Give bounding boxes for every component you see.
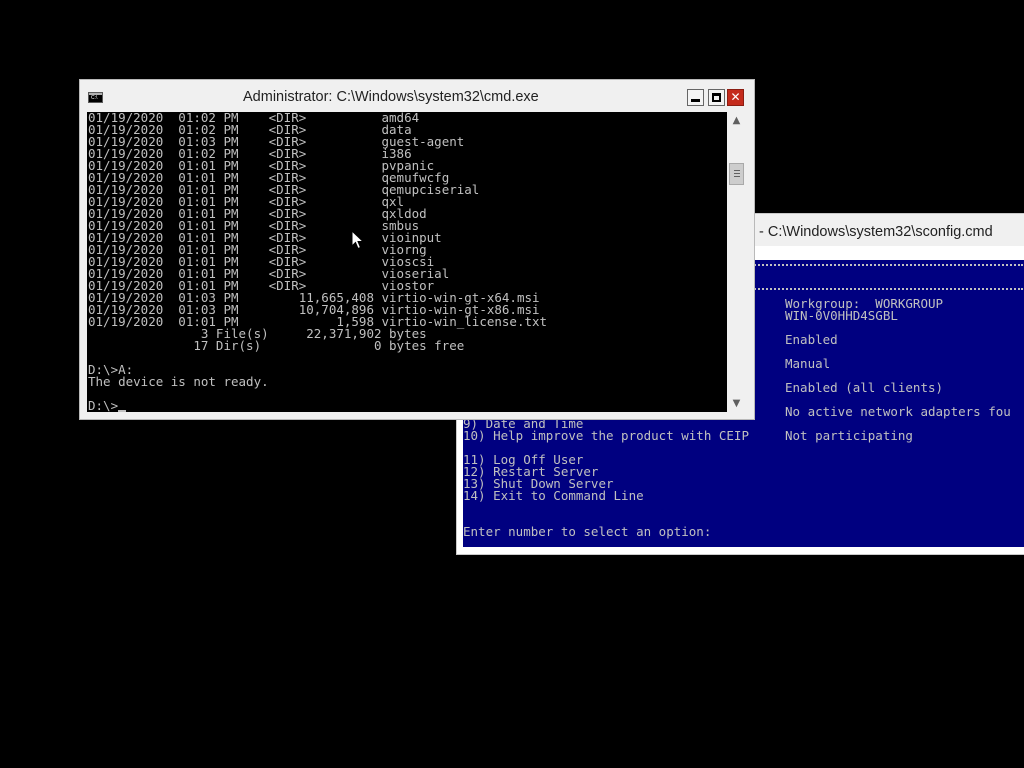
sconfig-prompt[interactable]: Enter number to select an option: (463, 525, 711, 538)
thumb-grip-line (734, 176, 740, 177)
cmd-app-icon-label: C:\ (91, 95, 98, 101)
scroll-up-arrow-icon[interactable]: ▲ (728, 112, 745, 129)
close-button[interactable]: ✕ (727, 89, 744, 106)
cmd-titlebar[interactable]: C:\ Administrator: C:\Windows\system32\c… (80, 80, 754, 111)
menu-item-value: No active network adapters fou (785, 404, 1011, 419)
menu-item-value: WIN-0V0HHD4SGBL (785, 308, 898, 323)
console-line: The device is not ready. (88, 374, 269, 389)
menu-item-value: Not participating (785, 428, 913, 443)
console-prompt[interactable]: D:\> (88, 398, 127, 412)
menu-item-value: Manual (785, 356, 831, 371)
sconfig-window-title: - C:\Windows\system32\sconfig.cmd (759, 224, 993, 240)
scrollbar-thumb[interactable] (729, 163, 744, 185)
menu-item-label: 14) Exit to Command Line (463, 488, 644, 503)
cmd-window[interactable]: C:\ Administrator: C:\Windows\system32\c… (79, 79, 755, 420)
cmd-window-title: Administrator: C:\Windows\system32\cmd.e… (243, 89, 539, 105)
mouse-pointer-icon (351, 230, 365, 250)
cmd-app-icon[interactable]: C:\ (88, 92, 103, 103)
menu-item-value: Enabled (all clients) (785, 380, 944, 395)
vertical-scrollbar[interactable]: ▲ ▼ (728, 112, 745, 412)
thumb-grip-line (734, 170, 740, 171)
menu-item-value: Enabled (785, 332, 838, 347)
maximize-button[interactable] (708, 89, 725, 106)
cmd-console-output[interactable]: 01/19/2020 01:02 PM <DIR> amd64 01/19/202… (87, 112, 727, 412)
menu-item-label: 10) Help improve the product with CEIP (463, 428, 749, 443)
text-cursor (118, 410, 127, 412)
minimize-icon (691, 99, 700, 102)
maximize-icon (712, 93, 721, 102)
close-icon: ✕ (730, 90, 741, 104)
thumb-grip-line (734, 173, 740, 174)
console-prompt-text: D:\> (88, 398, 119, 412)
console-line: 17 Dir(s) 0 bytes free (88, 338, 465, 353)
minimize-button[interactable] (687, 89, 704, 106)
scroll-down-arrow-icon[interactable]: ▼ (728, 395, 745, 412)
